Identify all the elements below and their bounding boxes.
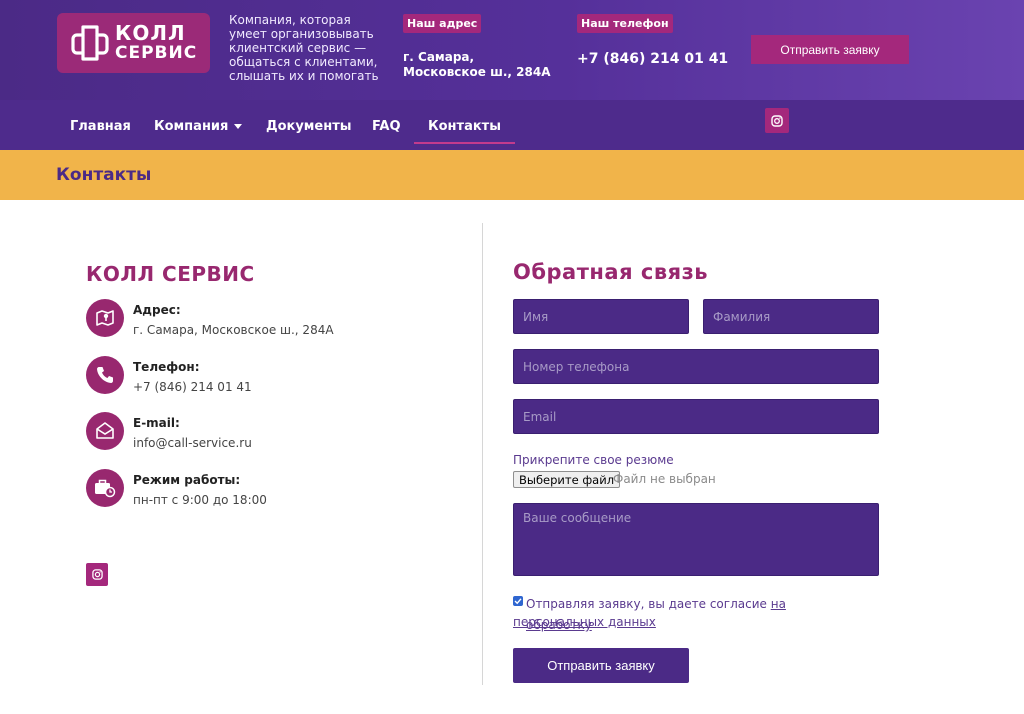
last-name-input[interactable] xyxy=(703,299,879,334)
address-chip: Наш адрес xyxy=(403,14,482,33)
company-name: КОЛЛ СЕРВИС xyxy=(86,262,255,286)
nav-item-documents[interactable]: Документы xyxy=(266,119,352,134)
map-icon xyxy=(96,310,114,326)
nav-item-company[interactable]: Компания xyxy=(154,119,243,134)
email-value[interactable]: info@call-service.ru xyxy=(133,436,252,450)
logo[interactable]: КОЛЛ СЕРВИС xyxy=(57,13,210,73)
address-label: Адрес: xyxy=(133,303,181,317)
consent-link-part-2[interactable]: персональных данных xyxy=(513,615,656,629)
logo-line-2: СЕРВИС xyxy=(115,43,198,63)
page-title: Контакты xyxy=(56,165,152,185)
phone-icon-circle xyxy=(86,356,124,394)
footer-instagram-link[interactable] xyxy=(86,563,108,586)
consent-checkbox[interactable] xyxy=(513,596,523,606)
instagram-icon xyxy=(91,569,103,580)
briefcase-clock-icon xyxy=(95,479,116,498)
header-address: г. Самара, Московское ш., 284А xyxy=(403,50,551,79)
file-status: Файл не выбран xyxy=(613,472,716,486)
tagline: Компания, которая умеет организовывать к… xyxy=(229,13,379,83)
header-top: КОЛЛ СЕРВИС Компания, которая умеет орга… xyxy=(0,0,1024,100)
header-instagram-link[interactable] xyxy=(765,108,789,133)
phone-icon xyxy=(97,367,113,383)
hours-value: пн-пт с 9:00 до 18:00 xyxy=(133,493,267,507)
logo-mark-icon xyxy=(71,25,109,61)
nav-item-home[interactable]: Главная xyxy=(70,119,131,134)
consent-text-label: Отправляя заявку, вы даете согласие xyxy=(526,597,767,611)
nav-item-faq[interactable]: FAQ xyxy=(372,119,401,134)
submit-request-button[interactable]: Отправить заявку xyxy=(513,648,689,683)
first-name-input[interactable] xyxy=(513,299,689,334)
header-submit-request-button[interactable]: Отправить заявку xyxy=(751,35,909,64)
choose-file-button[interactable]: Выберите файл xyxy=(513,471,621,488)
phone-chip: Наш телефон xyxy=(577,14,673,33)
email-icon-circle xyxy=(86,412,124,450)
phone-number-input[interactable] xyxy=(513,349,879,384)
phone-value[interactable]: +7 (846) 214 01 41 xyxy=(133,380,252,394)
main-nav: Главная Компания Документы FAQ Контакты xyxy=(0,100,1024,150)
instagram-icon xyxy=(771,114,783,127)
phone-label: Телефон: xyxy=(133,360,200,374)
address-value: г. Самара, Московское ш., 284А xyxy=(133,323,334,337)
logo-line-1: КОЛЛ xyxy=(115,21,186,45)
email-label: E-mail: xyxy=(133,416,180,430)
email-input[interactable] xyxy=(513,399,879,434)
message-textarea[interactable] xyxy=(513,503,879,576)
feedback-form-title: Обратная связь xyxy=(513,260,709,284)
logo-text: КОЛЛ СЕРВИС xyxy=(115,23,197,63)
hours-label: Режим работы: xyxy=(133,473,241,487)
nav-item-contacts[interactable]: Контакты xyxy=(414,119,515,144)
checkmark-icon xyxy=(514,598,522,605)
hours-icon-circle xyxy=(86,469,124,507)
site-header: КОЛЛ СЕРВИС Компания, которая умеет орга… xyxy=(0,0,1024,150)
nav-item-company-label: Компания xyxy=(154,119,229,134)
column-divider xyxy=(482,223,483,685)
address-icon-circle xyxy=(86,299,124,337)
page-title-bar: Контакты xyxy=(0,150,1024,200)
mail-icon xyxy=(96,422,114,439)
header-phone[interactable]: +7 (846) 214 01 41 xyxy=(577,51,728,67)
chevron-down-icon xyxy=(234,124,243,129)
resume-attach-label: Прикрепите свое резюме xyxy=(513,453,674,467)
